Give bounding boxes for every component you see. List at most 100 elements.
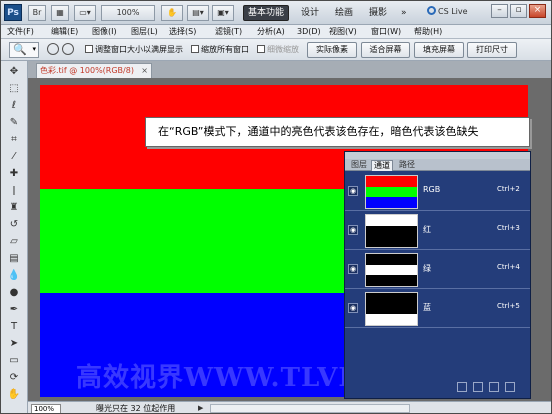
channel-shortcut: Ctrl+4 [497,263,520,271]
document-tab[interactable]: 色彩.tif @ 100%(RGB/8) × [36,63,152,78]
cs-live-button[interactable]: CS Live [427,6,468,20]
eye-icon[interactable]: ◉ [348,303,358,313]
scrubby-zoom-label: 细微缩放 [267,45,299,54]
marquee-tool-icon[interactable]: ⬚ [7,82,21,95]
channel-thumbnail-rgb [365,175,418,209]
load-selection-icon[interactable] [457,382,467,392]
brush-tool-icon[interactable]: ǀ [7,184,21,197]
blur-tool-icon[interactable]: 💧 [7,269,21,282]
tools-panel: ✥ ⬚ ℓ ✎ ⌗ ⁄ ✚ ǀ ♜ ↺ ▱ ▤ 💧 ● ✒ T ➤ ▭ ⟳ ✋ [1,61,28,413]
channel-thumbnail-red [365,214,418,248]
eraser-tool-icon[interactable]: ▱ [7,235,21,248]
channel-row-green[interactable]: ◉ 绿 Ctrl+4 [345,250,530,289]
document-close-icon[interactable]: × [141,64,148,77]
zoom-level-dropdown[interactable]: 100% [101,5,155,21]
minimize-button[interactable]: – [491,4,508,18]
panel-footer [345,378,530,398]
resize-windows-checkbox[interactable]: 调整窗口大小以满屏显示 [85,45,183,55]
horizontal-scrollbar[interactable] [210,404,410,413]
status-text: 曝光只在 32 位起作用 [96,404,176,413]
eyedropper-tool-icon[interactable]: ⁄ [7,150,21,163]
close-button[interactable]: × [529,4,546,18]
history-brush-tool-icon[interactable]: ↺ [7,218,21,231]
menu-filter[interactable]: 滤镜(T) [215,26,242,38]
zoom-all-windows-checkbox[interactable]: 缩放所有窗口 [191,45,249,55]
bridge-button[interactable]: Br [28,5,46,21]
application-bar: Ps Br ▦ ▭▾ 100% ✋ ▤▾ ▣▾ 基本功能 设计 绘画 摄影 » … [1,1,551,25]
maximize-button[interactable]: ▫ [510,4,527,18]
channel-row-blue[interactable]: ◉ 蓝 Ctrl+5 [345,289,530,328]
document-tab-bar: 色彩.tif @ 100%(RGB/8) × [28,61,551,78]
channel-name: 红 [423,225,431,234]
channel-shortcut: Ctrl+5 [497,302,520,310]
fill-screen-button[interactable]: 填充屏幕 [414,42,464,58]
menu-3d[interactable]: 3D(D) [297,26,321,38]
gradient-tool-icon[interactable]: ▤ [7,252,21,265]
actual-pixels-button[interactable]: 实际像素 [307,42,357,58]
pen-tool-icon[interactable]: ✒ [7,303,21,316]
crop-tool-icon[interactable]: ⌗ [7,133,21,146]
annotation-callout: 在“RGB”模式下，通道中的亮色代表该色存在，暗色代表该色缺失 [145,117,530,147]
channel-name: 蓝 [423,303,431,312]
panel-header[interactable] [345,152,530,159]
cs-live-label: CS Live [438,7,468,16]
hand-tool-icon[interactable]: ✋ [7,388,21,401]
menu-file[interactable]: 文件(F) [7,26,34,38]
3d-rotate-tool-icon[interactable]: ⟳ [7,371,21,384]
dodge-tool-icon[interactable]: ● [7,286,21,299]
hand-tool-icon[interactable]: ✋ [161,5,183,21]
channel-name: RGB [423,185,441,194]
zoom-field[interactable]: 100% [31,404,61,413]
tool-preset-picker[interactable]: 🔍 ▾ [9,42,39,58]
eye-icon[interactable]: ◉ [348,264,358,274]
move-tool-icon[interactable]: ✥ [7,65,21,78]
menu-view[interactable]: 视图(V) [329,26,357,38]
quick-select-tool-icon[interactable]: ✎ [7,116,21,129]
new-channel-icon[interactable] [489,382,499,392]
menu-edit[interactable]: 编辑(E) [51,26,78,38]
screen-mode-icon[interactable]: ▣▾ [212,5,234,21]
channel-row-red[interactable]: ◉ 红 Ctrl+3 [345,211,530,250]
tab-layers[interactable]: 图层 [349,160,369,171]
save-selection-icon[interactable] [473,382,483,392]
fit-screen-button[interactable]: 适合屏幕 [361,42,410,58]
channels-panel: 图层 通道 路径 ◉ RGB Ctrl+2 ◉ 红 Ctrl+3 ◉ 绿 Ctr… [344,151,531,399]
tab-channels[interactable]: 通道 [371,160,393,171]
workspace-essentials[interactable]: 基本功能 [243,5,290,21]
shape-tool-icon[interactable]: ▭ [7,354,21,367]
healing-brush-tool-icon[interactable]: ✚ [7,167,21,180]
zoom-out-icon[interactable] [62,43,74,55]
menu-image[interactable]: 图像(I) [92,26,117,38]
status-menu-arrow-icon[interactable]: ▶ [198,404,206,413]
menu-select[interactable]: 选择(S) [169,26,196,38]
minibridge-icon[interactable]: ▦ [51,5,69,21]
workspace-photography[interactable]: 摄影 [365,5,391,21]
clone-stamp-tool-icon[interactable]: ♜ [7,201,21,214]
channel-thumbnail-green [365,253,418,287]
workspace-design[interactable]: 设计 [297,5,323,21]
zoom-in-icon[interactable] [47,43,59,55]
panel-tabs: 图层 通道 路径 [345,159,530,171]
channel-name: 绿 [423,264,431,273]
lasso-tool-icon[interactable]: ℓ [7,99,21,112]
scrubby-zoom-checkbox[interactable]: 细微缩放 [257,45,299,55]
view-extras-icon[interactable]: ▭▾ [74,5,96,21]
more-workspaces-button[interactable]: » [397,5,411,21]
photoshop-window: Ps Br ▦ ▭▾ 100% ✋ ▤▾ ▣▾ 基本功能 设计 绘画 摄影 » … [0,0,552,414]
print-size-button[interactable]: 打印尺寸 [467,42,517,58]
menu-analysis[interactable]: 分析(A) [257,26,285,38]
arrange-documents-icon[interactable]: ▤▾ [187,5,209,21]
type-tool-icon[interactable]: T [7,320,21,333]
menu-window[interactable]: 窗口(W) [371,26,401,38]
workspace-painting[interactable]: 绘画 [331,5,357,21]
tab-paths[interactable]: 路径 [397,160,417,171]
menu-layer[interactable]: 图层(L) [131,26,158,38]
chevron-down-icon: ▾ [32,45,36,53]
trash-icon[interactable] [505,382,515,392]
path-selection-tool-icon[interactable]: ➤ [7,337,21,350]
eye-icon[interactable]: ◉ [348,186,358,196]
eye-icon[interactable]: ◉ [348,225,358,235]
status-bar: 100% 曝光只在 32 位起作用 ▶ [28,401,551,413]
menu-help[interactable]: 帮助(H) [414,26,442,38]
channel-row-rgb[interactable]: ◉ RGB Ctrl+2 [345,172,530,211]
